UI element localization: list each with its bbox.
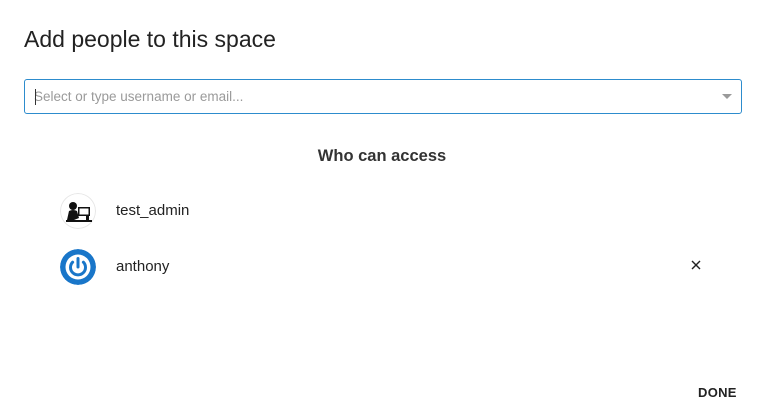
user-search-input[interactable] (34, 80, 694, 113)
person-at-computer-avatar (60, 193, 96, 229)
person-name: test_admin (116, 202, 190, 219)
person-row: anthony (60, 247, 720, 287)
person-name: anthony (116, 258, 170, 275)
add-people-dialog: Add people to this space Who can access … (0, 0, 764, 417)
done-button[interactable]: DONE (688, 380, 747, 406)
text-cursor (35, 89, 36, 105)
access-heading: Who can access (317, 147, 447, 165)
close-icon (691, 260, 701, 270)
remove-person-button[interactable] (687, 256, 705, 274)
person-row: test_admin (60, 191, 720, 231)
chevron-down-icon[interactable] (722, 94, 732, 99)
dialog-title: Add people to this space (24, 26, 276, 52)
user-select-field[interactable] (24, 79, 742, 114)
power-logo-avatar (60, 249, 96, 285)
